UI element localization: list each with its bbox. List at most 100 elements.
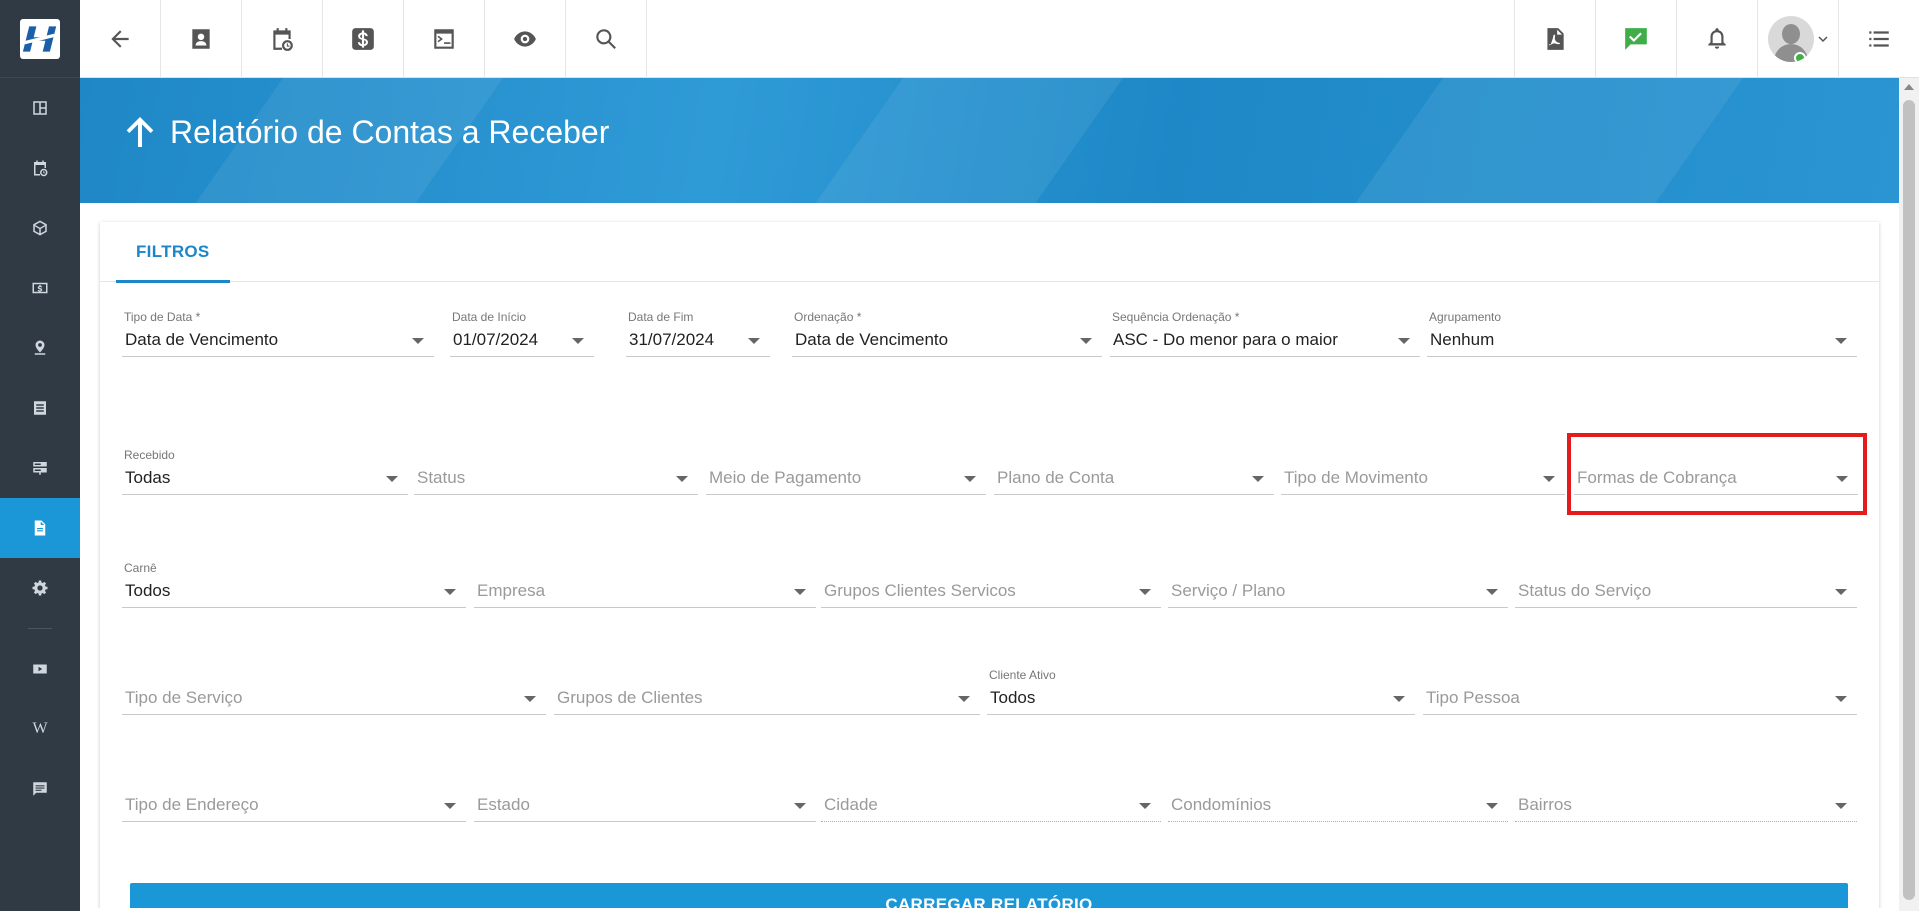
dropdown-caret-icon [964,476,976,482]
schedule-button[interactable] [242,0,323,78]
notifications-button[interactable] [1676,0,1757,78]
field-placeholder: Cidade [824,795,878,814]
agrupamento-select[interactable]: Agrupamento Nenhum [1427,310,1857,362]
field-underline [1281,494,1565,495]
dropdown-caret-icon [958,696,970,702]
dropdown-caret-icon [1139,589,1151,595]
field-underline [474,607,816,608]
field-placeholder: Status do Serviço [1518,581,1652,600]
terminal-button[interactable] [404,0,485,78]
tipo-de-servico-select[interactable]: Tipo de Serviço [122,668,546,720]
back-button[interactable] [80,0,161,78]
condominios-select[interactable]: Condomínios [1168,775,1508,827]
sidebar-item-dashboard[interactable] [0,78,80,138]
bell-icon [1708,28,1726,49]
dropdown-caret-icon [1139,803,1151,809]
dropdown-caret-icon [444,803,456,809]
tipo-de-data-select[interactable]: Tipo de Data * Data de Vencimento [122,310,434,362]
data-fim-select[interactable]: Data de Fim 31/07/2024 [626,310,770,362]
recebido-select[interactable]: Recebido Todas [122,448,408,500]
sidebar-item-finance[interactable] [0,258,80,318]
scroll-up-arrow[interactable] [1904,84,1914,90]
tipo-de-movimento-select[interactable]: Tipo de Movimento [1281,448,1565,500]
sidebar-item-maps[interactable] [0,318,80,378]
field-value: Data de Vencimento [795,330,949,349]
estado-select[interactable]: Estado [474,775,816,827]
field-placeholder: Grupos de Clientes [557,688,703,707]
contact-icon [192,29,210,49]
field-value: Todos [125,581,171,600]
grupos-de-clientes-select[interactable]: Grupos de Clientes [554,668,980,720]
status-do-servico-select[interactable]: Status do Serviço [1515,561,1857,613]
sidebar-item-chat[interactable] [0,759,80,819]
chat-icon [33,782,47,796]
field-underline [122,821,466,822]
view-button[interactable] [485,0,566,78]
meio-de-pagamento-select[interactable]: Meio de Pagamento [706,448,986,500]
sidebar-item-records[interactable] [0,378,80,438]
top-toolbar [80,0,1919,78]
dropdown-caret-icon [1393,696,1405,702]
tipo-pessoa-select[interactable]: Tipo Pessoa [1423,668,1857,720]
status-select[interactable]: Status [414,448,698,500]
dropdown-caret-icon [1835,589,1847,595]
messages-button[interactable] [1595,0,1676,78]
money-icon [32,282,48,294]
sidebar-item-network[interactable] [0,438,80,498]
empresa-select[interactable]: Empresa [474,561,816,613]
contacts-button[interactable] [161,0,242,78]
sidebar-item-schedule[interactable] [0,138,80,198]
field-label: Agrupamento [1429,310,1502,324]
dropdown-caret-icon [1543,476,1555,482]
search-button[interactable] [566,0,647,78]
dropdown-caret-icon [1252,476,1264,482]
carne-select[interactable]: Carnê Todos [122,561,466,613]
sidebar-item-products[interactable] [0,198,80,258]
field-value: Todas [125,468,171,487]
field-placeholder: Plano de Conta [997,468,1115,487]
formas-de-cobranca-select[interactable]: Formas de Cobrança [1574,448,1858,500]
field-placeholder: Status [417,468,466,487]
pdf-button[interactable] [1514,0,1595,78]
sidebar-item-reports[interactable] [0,498,80,558]
page-scrollbar[interactable] [1899,78,1919,911]
field-value: Data de Vencimento [125,330,279,349]
cidade-select[interactable]: Cidade [821,775,1161,827]
grupos-clientes-servicos-select[interactable]: Grupos Clientes Servicos [821,561,1161,613]
scroll-thumb[interactable] [1903,100,1915,900]
load-report-button[interactable]: CARREGAR RELATÓRIO [130,883,1848,911]
document-icon [34,520,46,536]
field-placeholder: Tipo de Movimento [1284,468,1428,487]
page-header-banner: Relatório de Contas a Receber [80,78,1899,203]
arrow-up-icon [126,117,154,147]
field-underline [1168,821,1508,822]
field-label: Ordenação * [794,310,862,324]
field-label: Sequência Ordenação * [1112,310,1240,324]
field-label: Data de Fim [628,310,694,324]
youtube-icon [33,664,47,674]
logo-icon [22,25,57,52]
field-underline [122,494,408,495]
user-menu[interactable] [1757,0,1838,78]
sidebar-item-wiki[interactable]: W [0,699,80,759]
data-inicio-select[interactable]: Data de Início 01/07/2024 [450,310,594,362]
map-pin-icon [34,340,46,355]
ordenacao-select[interactable]: Ordenação * Data de Vencimento [792,310,1102,362]
sidebar-item-videos[interactable] [0,639,80,699]
sidebar-item-settings[interactable] [0,558,80,618]
chevron-down-icon [1818,36,1828,43]
sequencia-ordenacao-select[interactable]: Sequência Ordenação * ASC - Do menor par… [1110,310,1420,362]
finance-button[interactable] [323,0,404,78]
box-icon [33,220,47,236]
field-underline [821,607,1161,608]
bairros-select[interactable]: Bairros [1515,775,1857,827]
chat-check-icon [1625,28,1647,50]
servico-plano-select[interactable]: Serviço / Plano [1168,561,1508,613]
plano-de-conta-select[interactable]: Plano de Conta [994,448,1274,500]
tab-filtros[interactable]: FILTROS [116,222,230,283]
app-logo[interactable] [0,0,80,78]
main-menu-button[interactable] [1838,0,1919,78]
cliente-ativo-select[interactable]: Cliente Ativo Todos [987,668,1415,720]
field-placeholder: Tipo de Serviço [125,688,243,707]
tipo-de-endereco-select[interactable]: Tipo de Endereço [122,775,466,827]
